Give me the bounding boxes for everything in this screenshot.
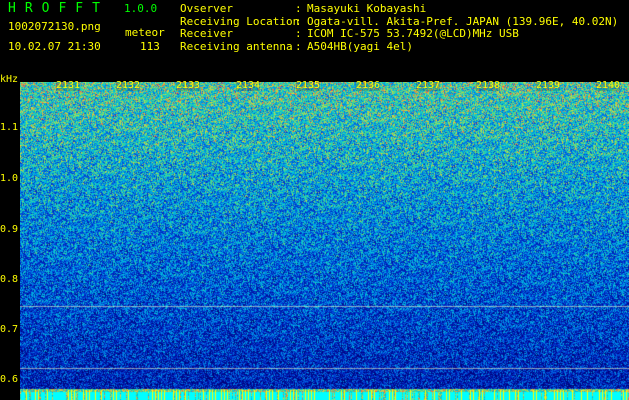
mode-label: meteor [125, 26, 165, 39]
x-axis: 2131 2132 2133 2134 2135 2136 2137 2138 … [20, 80, 629, 92]
meteor-count: 113 [140, 40, 160, 53]
y-tick: 0.8 [0, 274, 19, 285]
app-title: HROFFT [8, 1, 109, 16]
y-tick: 0.6 [0, 374, 19, 385]
info-row-antenna: Receiving antenna: A504HB(yagi 4el) [180, 39, 413, 53]
x-tick: 2138 [476, 80, 501, 91]
x-tick: 2135 [296, 80, 321, 91]
x-tick: 2134 [236, 80, 261, 91]
version-label: 1.0.0 [124, 2, 158, 15]
x-tick: 2133 [176, 80, 201, 91]
x-tick: 2136 [356, 80, 381, 91]
spectrogram [20, 82, 629, 400]
header-panel: HROFFT 1.0.0 1002072130.png meteor 10.02… [0, 0, 629, 80]
datetime-label: 10.02.07 21:30 [8, 40, 101, 53]
y-tick: 0.7 [0, 324, 19, 335]
x-tick: 2137 [416, 80, 441, 91]
x-tick: 2139 [536, 80, 561, 91]
station-info: Ovserver: Masayuki Kobayashi Receiving Lo… [180, 2, 618, 53]
y-tick: 0.9 [0, 224, 19, 235]
x-tick: 2132 [116, 80, 141, 91]
y-tick: 1.0 [0, 173, 19, 184]
y-axis: 1.1 1.0 0.9 0.8 0.7 0.6 [0, 82, 20, 400]
x-tick: 2131 [56, 80, 81, 91]
filename-label: 1002072130.png [8, 20, 101, 33]
y-tick: 1.1 [0, 122, 19, 133]
x-tick: 2140 [596, 80, 621, 91]
spectrogram-canvas [20, 82, 629, 400]
